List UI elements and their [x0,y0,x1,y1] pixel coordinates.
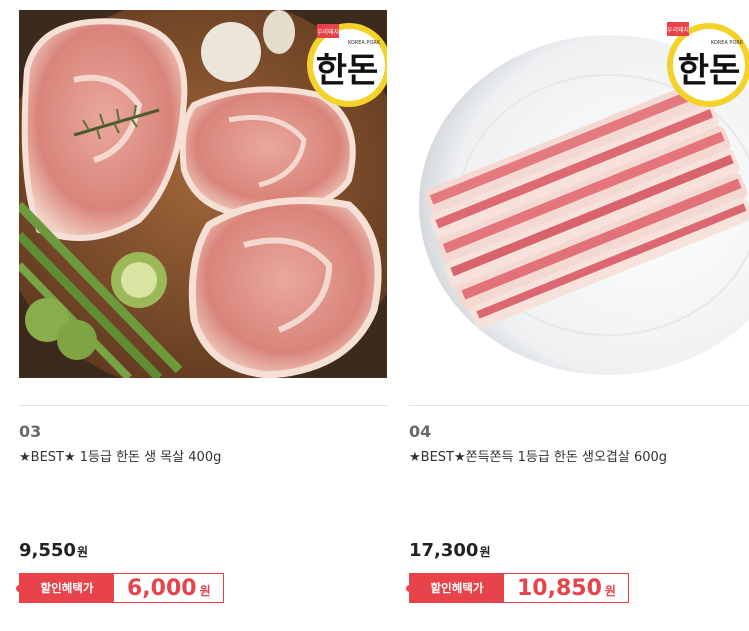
product-image-pork-neck[interactable]: 우리돼지 KOREA PORK 한돈 [19,10,387,378]
divider [409,405,749,406]
sale-price: 10,850 원 [504,574,616,602]
price-value: 17,300 [409,540,479,561]
badge-en-text: KOREA PORK [348,40,381,46]
badge-logo-text: 한돈 [678,51,741,91]
product-name[interactable]: ★BEST★ 1등급 한돈 생 목살 400g [19,446,221,465]
price-unit: 원 [76,545,88,559]
product-price: 17,300원 [409,540,491,561]
badge-top-text: 우리돼지 [317,28,339,36]
product-image-pork-belly[interactable]: 우리돼지 KOREA PORK 한돈 [409,10,749,378]
badge-top-text: 우리돼지 [667,26,689,34]
divider [19,405,387,406]
sale-tag: 할인혜택가 [406,574,504,602]
sale-tag: 할인혜택가 [16,574,114,602]
sale-price-box: 할인혜택가 6,000 원 [16,573,224,603]
sale-price: 6,000 원 [114,574,211,602]
sale-price-value: 10,850 [517,575,602,601]
sale-price-unit: 원 [604,583,616,598]
product-card-03[interactable]: 우리돼지 KOREA PORK 한돈 [19,10,387,378]
sale-price-box: 할인혜택가 10,850 원 [406,573,629,603]
product-rank: 04 [409,422,432,441]
product-rank: 03 [19,422,42,441]
sale-price-value: 6,000 [127,575,197,601]
badge-logo-text: 한돈 [316,51,379,91]
sale-price-unit: 원 [199,583,211,598]
badge-en-text: KOREA PORK [711,40,744,46]
product-card-04[interactable]: 우리돼지 KOREA PORK 한돈 [409,10,749,378]
price-value: 9,550 [19,540,76,561]
price-unit: 원 [479,545,491,559]
product-price: 9,550원 [19,540,88,561]
product-name[interactable]: ★BEST★쫀득쫀득 1등급 한돈 생오겹살 600g [409,446,667,465]
